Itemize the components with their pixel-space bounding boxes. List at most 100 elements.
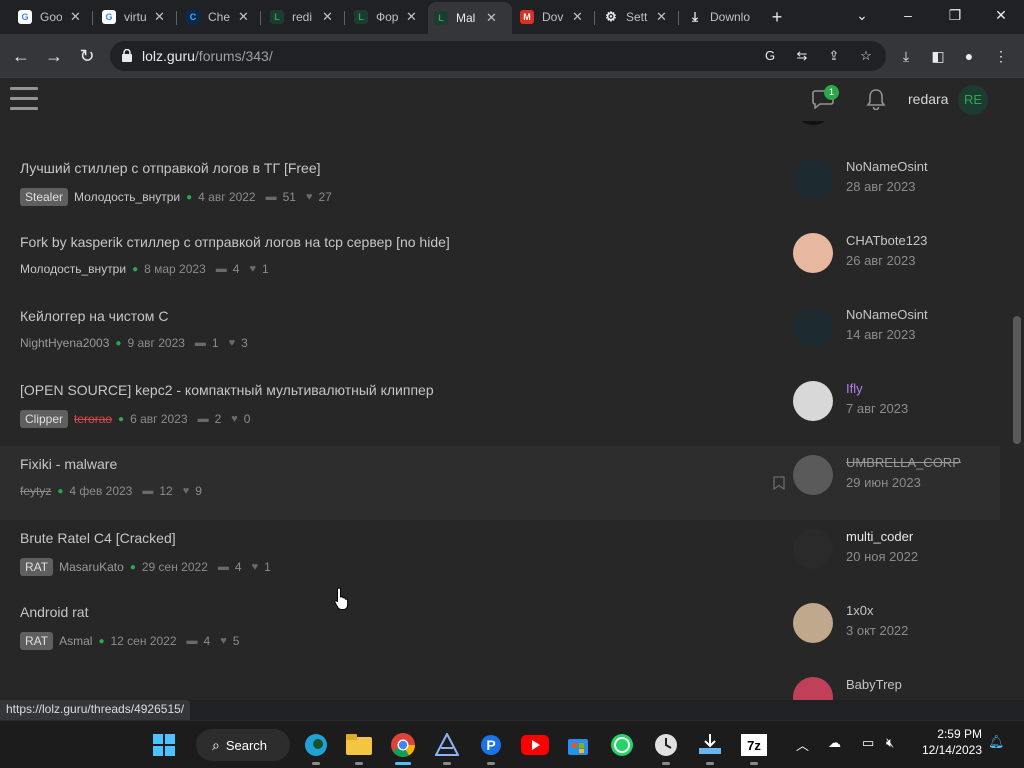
tab-search-icon[interactable]: ⌄: [842, 4, 882, 28]
translate-icon[interactable]: ⇆: [792, 47, 812, 65]
thread-row[interactable]: Fixiki - malware feytyz ● 4 фев 2023 ▬ 12 ♥ 9 UM…: [0, 446, 1000, 520]
thread-row[interactable]: BabyTrep: [0, 668, 1000, 700]
last-poster-avatar[interactable]: [793, 603, 833, 643]
hamburger-menu-icon[interactable]: [10, 87, 38, 111]
last-poster-name[interactable]: BabyTrep: [846, 677, 902, 692]
windows-start-icon[interactable]: [148, 729, 180, 761]
scrollbar-thumb[interactable]: [1013, 316, 1021, 444]
user-avatar[interactable]: RE: [958, 85, 988, 115]
app-a-icon[interactable]: [431, 729, 463, 765]
thread-title[interactable]: Кейлоггер на чистом С: [20, 308, 168, 324]
downloads-icon[interactable]: ⤓: [895, 45, 917, 67]
last-poster-avatar[interactable]: [793, 529, 833, 569]
thread-author[interactable]: terorao: [74, 412, 112, 426]
app-p-icon[interactable]: P: [475, 729, 507, 765]
address-bar[interactable]: lolz.guru/forums/343/ G ⇆ ⇪ ☆: [110, 41, 886, 71]
thread-title[interactable]: Fixiki - malware: [20, 456, 117, 472]
menu-icon[interactable]: ⋮: [990, 45, 1012, 67]
notification-bell-icon[interactable]: 🔔︎: [988, 734, 1005, 750]
bookmark-icon[interactable]: [773, 476, 785, 490]
tab-6[interactable]: M Dov ✕: [514, 4, 592, 30]
chrome-icon[interactable]: [387, 729, 419, 765]
last-poster-name[interactable]: multi_coder: [846, 529, 913, 544]
thread-row[interactable]: Лучший стиллер с отправкой логов в ТГ [F…: [0, 150, 1000, 224]
profile-icon[interactable]: ●: [958, 45, 980, 67]
close-icon[interactable]: ✕: [572, 9, 583, 25]
youtube-icon[interactable]: [519, 729, 551, 761]
tab-8[interactable]: ⤓ Downlo: [682, 4, 762, 30]
thread-prefix-badge[interactable]: RAT: [20, 632, 54, 650]
thread-title[interactable]: Fork by kasperik стиллер с отправкой лог…: [20, 234, 450, 250]
bell-icon[interactable]: [866, 88, 886, 110]
volume-off-icon[interactable]: 🔇︎: [886, 735, 894, 751]
maximize-button[interactable]: ❐: [935, 4, 975, 28]
cloud-off-icon[interactable]: ☁: [828, 735, 841, 751]
thread-title[interactable]: Лучший стиллер с отправкой логов в ТГ [F…: [20, 160, 321, 176]
last-poster-avatar[interactable]: [793, 159, 833, 199]
thread-author[interactable]: Молодость_внутри: [20, 262, 126, 276]
window-close-button[interactable]: ✕: [981, 4, 1021, 28]
thread-row[interactable]: Кейлоггер на чистом С NightHyena2003 ● 9 ав…: [0, 298, 1000, 372]
last-poster-name[interactable]: Ifly: [846, 381, 863, 396]
system-clock[interactable]: 2:59 PM 12/14/2023: [908, 727, 982, 757]
last-poster-avatar[interactable]: [793, 233, 833, 273]
close-icon[interactable]: ✕: [154, 9, 165, 25]
edge-pre-icon[interactable]: [300, 729, 332, 765]
close-icon[interactable]: ✕: [406, 9, 417, 25]
file-explorer-icon[interactable]: [343, 729, 375, 765]
new-tab-button[interactable]: +: [766, 6, 788, 28]
taskbar-search[interactable]: ⌕ Search: [196, 729, 290, 761]
thread-author[interactable]: feytyz: [20, 484, 51, 498]
close-icon[interactable]: ✕: [238, 9, 249, 25]
tab-1[interactable]: G virtu ✕: [96, 4, 174, 30]
minimize-button[interactable]: –: [888, 4, 928, 28]
thread-row[interactable]: Fork by kasperik стиллер с отправкой лог…: [0, 224, 1000, 298]
last-poster-name[interactable]: CHATbote123: [846, 233, 927, 248]
clock-app-icon[interactable]: [650, 729, 682, 765]
last-poster-name[interactable]: 1x0x: [846, 603, 873, 618]
tab-2[interactable]: C Che ✕: [180, 4, 258, 30]
whatsapp-icon[interactable]: [606, 729, 638, 761]
thread-title[interactable]: Android rat: [20, 604, 88, 620]
thread-title[interactable]: [OPEN SOURCE] kepc2 - компактный мультив…: [20, 382, 434, 398]
thread-title[interactable]: Brute Ratel C4 [Cracked]: [20, 530, 176, 546]
side-panel-icon[interactable]: ◧: [927, 45, 949, 67]
back-button[interactable]: ←: [8, 43, 34, 69]
last-poster-avatar[interactable]: [793, 455, 833, 495]
google-lens-icon[interactable]: G: [760, 47, 780, 65]
thread-prefix-badge[interactable]: RAT: [20, 558, 54, 576]
last-poster-name[interactable]: NoNameOsint: [846, 307, 928, 322]
thread-author[interactable]: Asmal: [59, 634, 92, 648]
thread-prefix-badge[interactable]: Clipper: [20, 410, 69, 428]
downloads-app-icon[interactable]: [694, 729, 726, 765]
tab-7[interactable]: ⚙ Sett ✕: [598, 4, 676, 30]
thread-row[interactable]: Brute Ratel C4 [Cracked] RAT MasaruKato ● 29…: [0, 520, 1000, 594]
last-poster-avatar[interactable]: [793, 307, 833, 347]
scrollbar[interactable]: [1010, 79, 1024, 700]
display-icon[interactable]: ▭: [862, 735, 874, 751]
tab-0[interactable]: G Goo ✕: [12, 4, 90, 30]
tab-3[interactable]: L redi ✕: [264, 4, 342, 30]
close-icon[interactable]: ✕: [656, 9, 667, 25]
last-poster-name[interactable]: UMBRELLA_CORP: [846, 455, 961, 470]
close-icon[interactable]: ✕: [322, 9, 333, 25]
tab-4[interactable]: L Фор ✕: [348, 4, 426, 30]
reload-button[interactable]: ↻: [74, 43, 100, 69]
thread-author[interactable]: MasaruKato: [59, 560, 124, 574]
share-icon[interactable]: ⇪: [824, 47, 844, 65]
close-icon[interactable]: ✕: [486, 10, 497, 26]
username[interactable]: redara: [908, 91, 948, 107]
last-poster-name[interactable]: NoNameOsint: [846, 159, 928, 174]
last-poster-avatar[interactable]: [793, 381, 833, 421]
thread-author[interactable]: Молодость_внутри: [74, 190, 180, 204]
thread-author[interactable]: NightHyena2003: [20, 336, 109, 350]
thread-row[interactable]: Android rat RAT Asmal ● 12 сен 2022 ▬ 4 ♥ 5 1x0x 3…: [0, 594, 1000, 668]
thread-row[interactable]: [OPEN SOURCE] kepc2 - компактный мультив…: [0, 372, 1000, 446]
forward-button[interactable]: →: [41, 43, 67, 69]
ms-store-icon[interactable]: [562, 729, 594, 761]
last-poster-avatar[interactable]: [793, 677, 833, 700]
7zip-icon[interactable]: 7z: [738, 729, 770, 765]
thread-prefix-badge[interactable]: Stealer: [20, 188, 69, 206]
tab-5-active[interactable]: L Mal ✕: [428, 2, 512, 34]
tray-overflow-icon[interactable]: ︿: [796, 735, 809, 754]
